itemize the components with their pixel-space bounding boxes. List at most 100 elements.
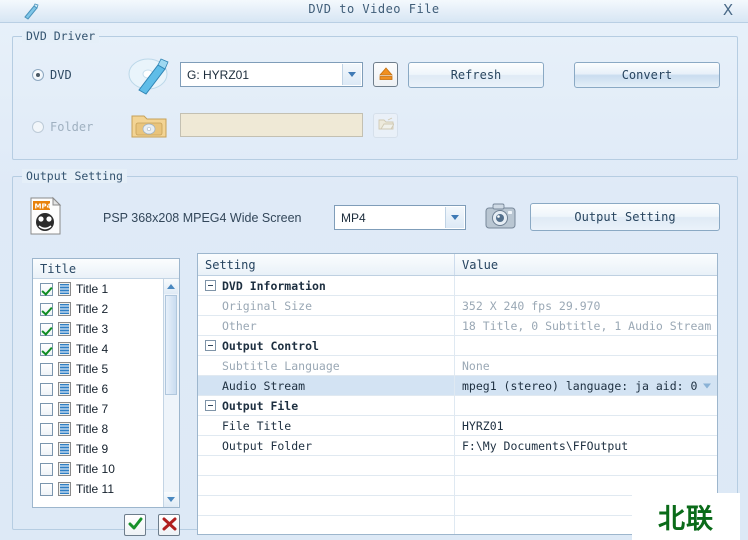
watermark: 北联: [632, 493, 740, 540]
title-checkbox[interactable]: [40, 483, 53, 496]
setting-cell: [198, 456, 455, 475]
title-item-label: Title 3: [76, 322, 108, 336]
dvd-drive-combo-value: G: HYRZ01: [187, 68, 249, 82]
browse-folder-button[interactable]: [373, 113, 398, 138]
setting-cell: Original Size: [198, 296, 455, 315]
scroll-down-button[interactable]: [164, 492, 178, 507]
title-list-body[interactable]: Title 1Title 2Title 3Title 4Title 5Title…: [33, 279, 164, 507]
film-icon: [58, 482, 71, 496]
settings-group-row[interactable]: Output File: [198, 396, 717, 416]
value-label: 18 Title, 0 Subtitle, 1 Audio Stream: [462, 319, 711, 333]
folder-radio-row[interactable]: Folder: [32, 120, 93, 134]
title-checkbox[interactable]: [40, 463, 53, 476]
chevron-down-icon[interactable]: [342, 64, 361, 85]
title-item-label: Title 2: [76, 302, 108, 316]
dvd-driver-group: DVD Driver: [12, 36, 738, 160]
title-checkbox[interactable]: [40, 383, 53, 396]
convert-button[interactable]: Convert: [574, 62, 720, 88]
settings-group-row[interactable]: DVD Information: [198, 276, 717, 296]
film-icon: [58, 322, 71, 336]
list-item[interactable]: Title 5: [33, 359, 164, 379]
value-cell[interactable]: HYRZ01: [455, 416, 717, 435]
title-checkbox[interactable]: [40, 403, 53, 416]
title-item-label: Title 8: [76, 422, 108, 436]
refresh-button[interactable]: Refresh: [408, 62, 544, 88]
value-label: mpeg1 (stereo) language: ja aid: 0: [462, 379, 697, 393]
setting-cell: Other: [198, 316, 455, 335]
value-cell[interactable]: mpeg1 (stereo) language: ja aid: 0: [455, 376, 717, 395]
title-checkbox[interactable]: [40, 343, 53, 356]
value-cell[interactable]: 352 X 240 fps 29.970: [455, 296, 717, 315]
list-item[interactable]: Title 11: [33, 479, 164, 499]
collapse-expander-icon[interactable]: [205, 280, 216, 291]
settings-row[interactable]: Original Size 352 X 240 fps 29.970: [198, 296, 717, 316]
list-item[interactable]: Title 4: [33, 339, 164, 359]
dvd-radio[interactable]: [32, 69, 44, 81]
dvd-drive-combo[interactable]: G: HYRZ01: [180, 62, 363, 87]
list-item[interactable]: Title 2: [33, 299, 164, 319]
title-list-scrollbar[interactable]: [163, 279, 179, 507]
folder-path-input[interactable]: [180, 113, 363, 137]
value-label: HYRZ01: [462, 419, 504, 433]
output-setting-button[interactable]: Output Setting: [530, 203, 720, 231]
collapse-expander-icon[interactable]: [205, 340, 216, 351]
output-format-combo[interactable]: MP4: [334, 205, 466, 230]
value-label: F:\My Documents\FFOutput: [462, 439, 628, 453]
setting-cell: Output Folder: [198, 436, 455, 455]
film-icon: [58, 362, 71, 376]
select-all-button[interactable]: [124, 514, 146, 536]
film-icon: [58, 342, 71, 356]
title-checkbox[interactable]: [40, 363, 53, 376]
settings-row[interactable]: Subtitle LanguageNone: [198, 356, 717, 376]
title-item-label: Title 1: [76, 282, 108, 296]
title-checkbox[interactable]: [40, 283, 53, 296]
setting-label: Original Size: [222, 299, 312, 313]
list-item[interactable]: Title 1: [33, 279, 164, 299]
scroll-thumb[interactable]: [165, 295, 177, 395]
list-item[interactable]: Title 9: [33, 439, 164, 459]
settings-row[interactable]: File Title HYRZ01: [198, 416, 717, 436]
folder-radio-label: Folder: [50, 120, 93, 134]
title-checkbox[interactable]: [40, 323, 53, 336]
title-item-label: Title 4: [76, 342, 108, 356]
film-icon: [58, 302, 71, 316]
window-title: DVD to Video File: [0, 2, 748, 16]
settings-row[interactable]: Audio Stream mpeg1 (stereo) language: ja …: [198, 376, 717, 396]
setting-label: DVD Information: [222, 279, 326, 293]
value-cell[interactable]: F:\My Documents\FFOutput: [455, 436, 717, 455]
value-cell[interactable]: None: [455, 356, 717, 375]
collapse-expander-icon[interactable]: [205, 400, 216, 411]
setting-label: File Title: [222, 419, 291, 433]
list-item[interactable]: Title 8: [33, 419, 164, 439]
red-cross-icon: [162, 517, 177, 534]
value-cell[interactable]: 18 Title, 0 Subtitle, 1 Audio Stream: [455, 316, 717, 335]
title-item-label: Title 7: [76, 402, 108, 416]
title-checkbox[interactable]: [40, 303, 53, 316]
settings-group-row[interactable]: Output Control: [198, 336, 717, 356]
settings-row[interactable]: Other 18 Title, 0 Subtitle, 1 Audio Strea…: [198, 316, 717, 336]
close-icon[interactable]: X: [718, 1, 738, 20]
scroll-up-button[interactable]: [164, 279, 178, 294]
setting-label: Output Control: [222, 339, 319, 353]
title-item-label: Title 9: [76, 442, 108, 456]
deselect-all-button[interactable]: [158, 514, 180, 536]
value-label: None: [462, 359, 490, 373]
title-item-label: Title 11: [76, 482, 114, 496]
list-item[interactable]: Title 7: [33, 399, 164, 419]
settings-row[interactable]: Output Folder F:\My Documents\FFOutput: [198, 436, 717, 456]
setting-label: Audio Stream: [222, 379, 305, 393]
chevron-up-icon: [167, 284, 175, 289]
chevron-down-icon[interactable]: [445, 207, 464, 228]
title-checkbox[interactable]: [40, 443, 53, 456]
chevron-down-icon[interactable]: [703, 383, 711, 388]
list-item[interactable]: Title 10: [33, 459, 164, 479]
setting-cell: [198, 496, 455, 515]
dvd-radio-row[interactable]: DVD: [32, 68, 72, 82]
title-checkbox[interactable]: [40, 423, 53, 436]
folder-radio[interactable]: [32, 121, 44, 133]
list-item[interactable]: Title 3: [33, 319, 164, 339]
eject-button[interactable]: [373, 62, 398, 87]
value-cell: [455, 336, 717, 355]
green-check-icon: [128, 517, 143, 534]
list-item[interactable]: Title 6: [33, 379, 164, 399]
